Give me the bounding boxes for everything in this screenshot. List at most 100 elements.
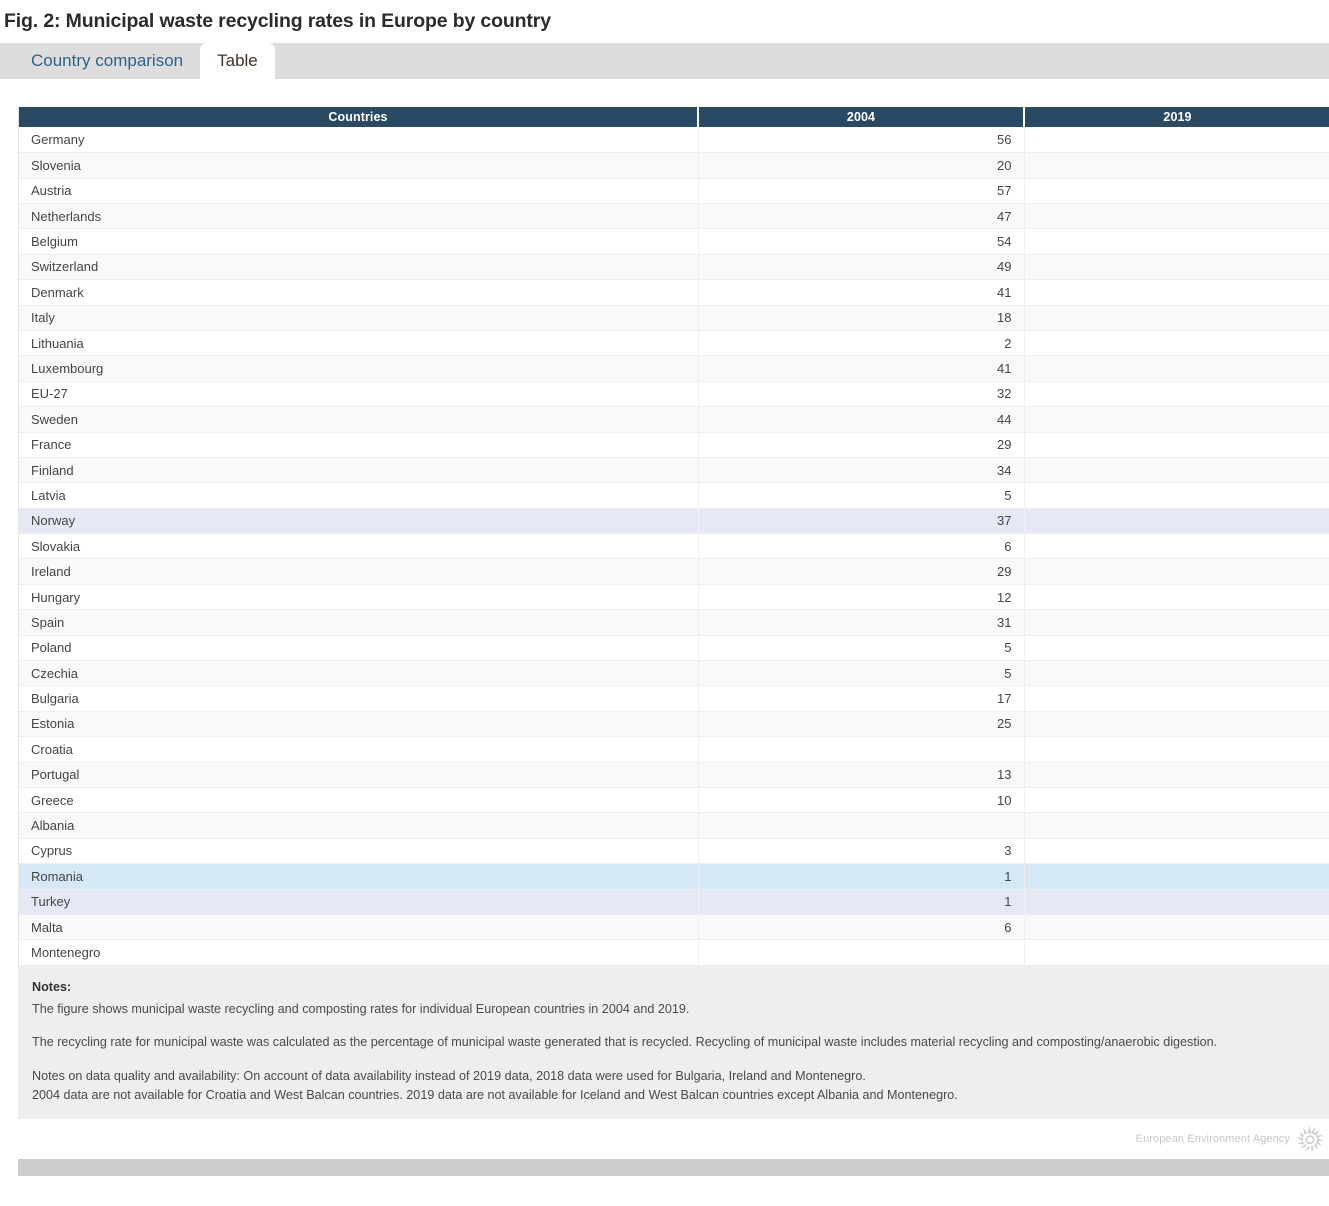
cell-country: Italy [19,305,698,331]
cell-value-2004: 25 [697,711,1024,738]
cell-country: Albania [19,812,698,839]
table-row[interactable]: Cyprus 3 [19,838,1329,865]
cell-country: Montenegro [19,939,698,966]
cell-value-2019 [1023,635,1329,662]
cell-value-2019 [1023,736,1329,763]
cell-country: Ireland [19,558,698,585]
table-row[interactable]: Bulgaria 17 [19,685,1329,712]
table-row[interactable]: Denmark 41 [19,279,1329,306]
table-row[interactable]: Poland 5 [19,635,1329,662]
table-body: Germany 56 Slovenia 20 Austria 57 Netherlands 4… [19,127,1329,966]
table-row[interactable]: Austria 57 [19,178,1329,204]
cell-value-2019 [1023,787,1329,814]
cell-country: Netherlands [19,203,698,230]
table-row[interactable]: Ireland 29 [19,558,1329,585]
horizontal-scrollbar[interactable] [18,1159,1329,1177]
cell-value-2019 [1023,508,1329,535]
cell-country: Spain [19,609,698,636]
cell-value-2019 [1023,355,1329,382]
tab-country-comparison[interactable]: Country comparison [14,43,200,79]
notes-spacer-2 [32,1052,1315,1067]
cell-country: Greece [19,787,698,814]
cell-value-2019 [1023,660,1329,687]
cell-country: Estonia [19,711,698,738]
table-row[interactable]: EU-27 32 [19,381,1329,408]
table-row[interactable]: Netherlands 47 [19,203,1329,230]
figure-footer: European Environment Agency [18,1119,1329,1160]
cell-value-2004: 5 [697,660,1024,687]
cell-value-2004: 12 [697,584,1024,611]
cell-country: EU-27 [19,381,698,408]
table-row[interactable]: Portugal 13 [19,762,1329,788]
table-row[interactable]: Belgium 54 [19,228,1329,255]
cell-value-2004: 37 [697,508,1024,535]
cell-value-2019 [1023,381,1329,408]
cell-value-2004 [697,812,1024,839]
cell-country: Malta [19,914,698,941]
cell-value-2004: 44 [697,406,1024,433]
table-row[interactable]: Norway 37 [19,508,1329,535]
table-row[interactable]: Lithuania 2 [19,330,1329,357]
table-row[interactable]: Malta 6 [19,914,1329,941]
table-row[interactable]: Italy 18 [19,305,1329,331]
notes-line-4: 2004 data are not available for Croatia … [32,1088,958,1103]
table-row[interactable]: Montenegro [19,939,1329,966]
column-header-2019[interactable]: 2019 [1024,107,1329,128]
cell-value-2019 [1023,914,1329,941]
cell-value-2004: 41 [697,279,1024,306]
cell-value-2019 [1023,863,1329,890]
cell-value-2004: 56 [697,127,1024,154]
table-row[interactable]: Czechia 5 [19,660,1329,687]
cell-value-2019 [1023,533,1329,560]
cell-value-2004: 20 [697,152,1024,179]
table-row[interactable]: Sweden 44 [19,406,1329,433]
table-row[interactable]: Germany 56 [19,127,1329,154]
column-header-countries[interactable]: Countries [19,107,699,128]
table-row[interactable]: Switzerland 49 [19,254,1329,281]
table-row[interactable]: Turkey 1 [19,889,1329,915]
cell-value-2004 [697,939,1024,966]
horizontal-scrollbar-thumb[interactable] [18,1159,1329,1177]
recycling-rates-table: Countries 2004 2019 Germany 56 Slovenia 20 A… [19,107,1329,966]
cell-value-2004: 41 [697,355,1024,382]
cell-country: Slovakia [19,533,698,560]
cell-value-2019 [1023,482,1329,509]
table-row[interactable]: Luxembourg 41 [19,355,1329,382]
cell-value-2004: 6 [697,914,1024,941]
table-panel: Countries 2004 2019 Germany 56 Slovenia 20 A… [0,107,1329,1177]
cell-country: Croatia [19,736,698,763]
tab-table[interactable]: Table [200,43,275,80]
cell-country: Latvia [19,482,698,509]
cell-value-2019 [1023,609,1329,636]
table-row[interactable]: Finland 34 [19,457,1329,484]
cell-value-2004: 18 [697,305,1024,331]
cell-value-2004: 31 [697,609,1024,636]
table-row[interactable]: Hungary 12 [19,584,1329,611]
table-row[interactable]: Latvia 5 [19,482,1329,509]
cell-country: Hungary [19,584,698,611]
table-row[interactable]: Spain 31 [19,609,1329,636]
cell-country: Cyprus [19,838,698,865]
cell-value-2004: 54 [697,228,1024,255]
cell-value-2019 [1023,711,1329,738]
cell-value-2004: 29 [697,558,1024,585]
table-row[interactable]: Romania 1 [19,863,1329,890]
table-row[interactable]: Greece 10 [19,787,1329,814]
cell-country: Switzerland [19,254,698,281]
table-row[interactable]: Estonia 25 [19,711,1329,738]
table-row[interactable]: Slovakia 6 [19,533,1329,560]
cell-country: Sweden [19,406,698,433]
cell-value-2019 [1023,178,1329,204]
table-row[interactable]: Slovenia 20 [19,152,1329,179]
table-row[interactable]: France 29 [19,432,1329,458]
notes-line-3: Notes on data quality and availability: … [32,1069,866,1084]
cell-value-2019 [1023,889,1329,915]
cell-value-2004: 17 [697,685,1024,712]
column-header-2004[interactable]: 2004 [698,107,1025,128]
cell-country: Germany [19,127,698,154]
cell-value-2019 [1023,685,1329,712]
table-row[interactable]: Croatia [19,736,1329,763]
cell-value-2019 [1023,228,1329,255]
table-row[interactable]: Albania [19,812,1329,839]
cell-value-2004 [697,736,1024,763]
